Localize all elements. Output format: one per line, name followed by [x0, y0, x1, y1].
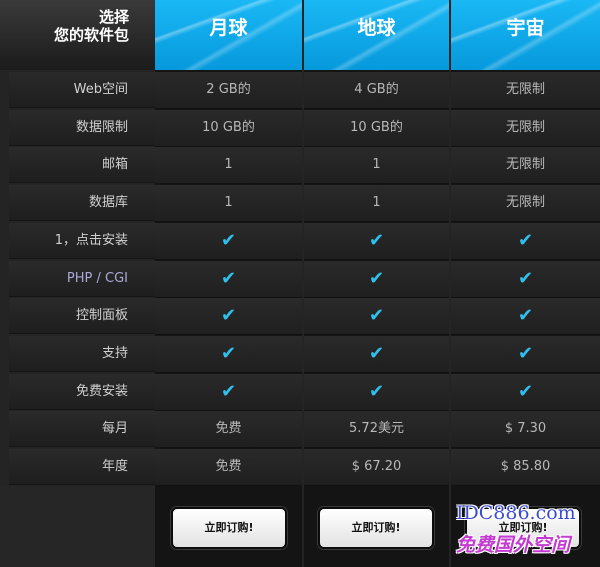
feature-label-monthly: 每月: [9, 411, 155, 448]
checkmark-icon: ✔: [517, 380, 534, 402]
feature-cell: ✔: [155, 222, 302, 260]
checkmark-icon: ✔: [220, 305, 237, 327]
feature-value-yearly: $ 67.20: [304, 449, 449, 486]
plan-header: 月球: [155, 0, 302, 70]
feature-value-monthly: $ 7.30: [451, 411, 600, 449]
feature-value-web-space: 2 GB的: [155, 72, 302, 109]
feature-cell: ✔: [451, 298, 600, 336]
checkmark-icon: ✔: [517, 229, 534, 251]
checkmark-icon: ✔: [517, 342, 534, 364]
feature-label-support: 支持: [9, 335, 155, 372]
plan-column: 地球 4 GB的 10 GB的 1 1 ✔ ✔ ✔ ✔ ✔ 5.72美元 $ 67.20 立即订购!: [304, 0, 449, 567]
feature-value-data-limit: 10 GB的: [304, 109, 449, 147]
table-corner-header: 选择 您的软件包: [0, 0, 155, 70]
order-now-button[interactable]: 立即订购!: [171, 507, 287, 549]
watermark-domain: IDC886.com: [456, 502, 576, 524]
feature-value-database: 1: [304, 185, 449, 223]
feature-cell: ✔: [155, 260, 302, 298]
pricing-table: 选择 您的软件包 Web空间 数据限制 邮箱 数据库 1，点击安装 PHP / CGI 控制…: [0, 0, 600, 567]
feature-cell: ✔: [451, 222, 600, 260]
feature-cell: ✔: [304, 222, 449, 260]
feature-cell: ✔: [155, 335, 302, 373]
feature-cell: ✔: [155, 298, 302, 336]
feature-label-data-limit: 数据限制: [9, 109, 155, 146]
feature-label-yearly: 年度: [9, 449, 155, 485]
corner-title-line1: 选择: [98, 8, 129, 26]
feature-label-control-panel: 控制面板: [9, 298, 155, 335]
checkmark-icon: ✔: [368, 267, 385, 289]
feature-cell: ✔: [451, 335, 600, 373]
checkmark-icon: ✔: [220, 342, 237, 364]
order-now-button[interactable]: 立即订购!: [318, 507, 434, 549]
feature-label-mailbox: 邮箱: [9, 147, 155, 184]
checkmark-icon: ✔: [517, 267, 534, 289]
feature-label-web-space: Web空间: [9, 72, 155, 108]
feature-value-database: 1: [155, 185, 302, 223]
plan-header: 地球: [304, 0, 449, 70]
feature-cell: ✔: [304, 298, 449, 336]
feature-label-php-cgi: PHP / CGI: [9, 260, 155, 297]
corner-title: 选择 您的软件包: [54, 8, 129, 44]
feature-value-mailbox: 1: [155, 147, 302, 185]
feature-label-free-install: 免费安装: [9, 373, 155, 410]
feature-value-yearly: $ 85.80: [451, 449, 600, 486]
plan-header: 宇宙: [451, 0, 600, 70]
feature-cell: ✔: [304, 335, 449, 373]
plan-column: 月球 2 GB的 10 GB的 1 1 ✔ ✔ ✔ ✔ ✔ 免费 免费 立即订购!: [155, 0, 302, 567]
feature-cell: ✔: [451, 373, 600, 411]
label-column-footer: [0, 486, 155, 567]
feature-value-mailbox: 无限制: [451, 147, 600, 185]
feature-label-database: 数据库: [9, 185, 155, 222]
checkmark-icon: ✔: [368, 342, 385, 364]
feature-value-monthly: 5.72美元: [304, 411, 449, 449]
feature-value-yearly: 免费: [155, 449, 302, 486]
feature-cell: ✔: [304, 260, 449, 298]
checkmark-icon: ✔: [368, 229, 385, 251]
watermark-tagline: 免费国外空间: [456, 534, 571, 556]
feature-value-database: 无限制: [451, 185, 600, 223]
feature-cell: ✔: [155, 373, 302, 411]
plan-column: 宇宙 无限制 无限制 无限制 无限制 ✔ ✔ ✔ ✔ ✔ $ 7.30 $ 85.80 立即订购!: [451, 0, 600, 567]
feature-value-web-space: 无限制: [451, 72, 600, 109]
checkmark-icon: ✔: [220, 229, 237, 251]
checkmark-icon: ✔: [220, 380, 237, 402]
feature-value-data-limit: 无限制: [451, 109, 600, 147]
feature-cell: ✔: [304, 373, 449, 411]
corner-title-line2: 您的软件包: [53, 26, 129, 44]
feature-value-mailbox: 1: [304, 147, 449, 185]
checkmark-icon: ✔: [368, 305, 385, 327]
feature-cell: ✔: [451, 260, 600, 298]
checkmark-icon: ✔: [517, 305, 534, 327]
feature-value-data-limit: 10 GB的: [155, 109, 302, 147]
feature-value-web-space: 4 GB的: [304, 72, 449, 109]
feature-label-one-click-install: 1，点击安装: [9, 222, 155, 259]
feature-value-monthly: 免费: [155, 411, 302, 449]
checkmark-icon: ✔: [220, 267, 237, 289]
checkmark-icon: ✔: [368, 380, 385, 402]
